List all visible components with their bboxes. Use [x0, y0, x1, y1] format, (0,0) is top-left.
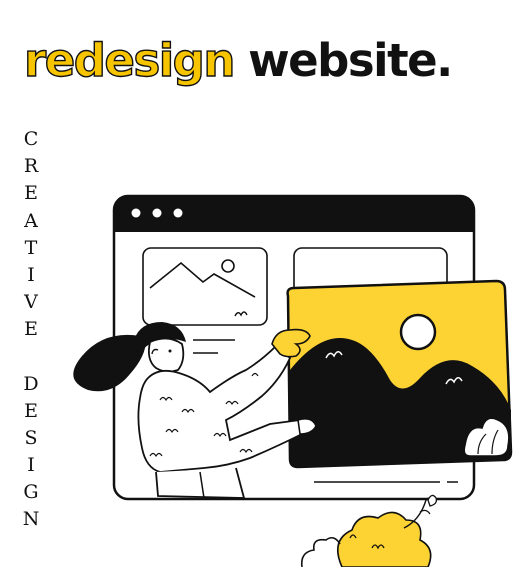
decorative-plant-icon	[300, 494, 438, 567]
illustration	[73, 194, 513, 567]
image-placeholder-icon	[286, 279, 513, 469]
